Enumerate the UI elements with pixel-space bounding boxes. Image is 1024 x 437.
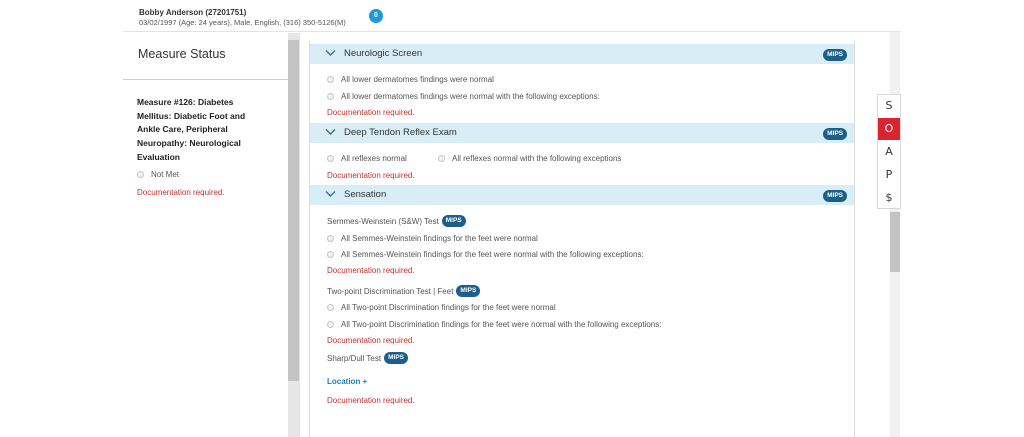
option-label: All Two-point Discrimination findings fo…: [341, 303, 556, 312]
neuro-normal-option[interactable]: All lower dermatomes findings were norma…: [327, 75, 494, 84]
mips-badge: MIPS: [823, 128, 847, 140]
radio-button[interactable]: [327, 321, 334, 328]
mips-badge: MIPS: [823, 49, 847, 61]
sharp-dull-heading: Sharp/Dull Test MIPS: [327, 352, 409, 364]
option-label: All Semmes-Weinstein findings for the fe…: [341, 250, 644, 259]
option-label: All Two-point Discrimination findings fo…: [341, 320, 662, 329]
measure-doc-required: Documentation required.: [137, 188, 225, 197]
radio-button[interactable]: [327, 155, 334, 162]
soap-tab-objective[interactable]: O: [878, 118, 900, 140]
chevron-down-icon[interactable]: [325, 49, 336, 57]
sw-normal-option[interactable]: All Semmes-Weinstein findings for the fe…: [327, 234, 538, 243]
option-label: All Semmes-Weinstein findings for the fe…: [341, 234, 538, 243]
semmes-weinstein-heading: Semmes-Weinstein (S&W) Test MIPS: [327, 215, 466, 227]
tp-exceptions-option[interactable]: All Two-point Discrimination findings fo…: [327, 320, 661, 329]
subsection-label: Semmes-Weinstein (S&W) Test: [327, 216, 439, 226]
tp-normal-option[interactable]: All Two-point Discrimination findings fo…: [327, 303, 556, 312]
mips-badge: MIPS: [456, 285, 481, 297]
ehr-frame: Bobby Anderson (27201751) 03/02/1997 (Ag…: [123, 0, 901, 437]
option-label: All lower dermatomes findings were norma…: [341, 75, 494, 84]
section-header-deep-tendon-reflex[interactable]: Deep Tendon Reflex Exam MIPS: [310, 123, 854, 143]
right-scrollbar-thumb[interactable]: [890, 212, 900, 272]
section-header-neurologic-screen[interactable]: Neurologic Screen MIPS: [310, 44, 854, 64]
app-window: Bobby Anderson (27201751) 03/02/1997 (Ag…: [0, 0, 1024, 437]
sw-doc-required: Documentation required.: [327, 266, 415, 275]
sw-exceptions-option[interactable]: All Semmes-Weinstein findings for the fe…: [327, 250, 644, 259]
soap-tab-assessment[interactable]: A: [878, 141, 900, 163]
option-label: All reflexes normal: [341, 154, 407, 163]
section-title: Sensation: [344, 189, 387, 200]
section-title: Neurologic Screen: [344, 48, 423, 59]
not-met-label: Not Met: [151, 170, 180, 179]
radio-button[interactable]: [327, 251, 334, 258]
section-header-sensation[interactable]: Sensation MIPS: [310, 185, 854, 205]
section-title: Deep Tendon Reflex Exam: [344, 127, 457, 138]
measure-status-title: Measure Status: [138, 47, 226, 61]
radio-button[interactable]: [327, 93, 334, 100]
tp-doc-required: Documentation required.: [327, 336, 415, 345]
mips-badge: MIPS: [823, 190, 847, 202]
add-location-link[interactable]: Location +: [327, 377, 367, 386]
chevron-down-icon[interactable]: [325, 128, 336, 136]
radio-button[interactable]: [438, 155, 445, 162]
divider: [123, 79, 288, 80]
left-scrollbar-thumb[interactable]: [288, 40, 299, 381]
sd-doc-required: Documentation required.: [327, 396, 415, 405]
not-met-radio[interactable]: [137, 171, 144, 178]
patient-header: Bobby Anderson (27201751) 03/02/1997 (Ag…: [123, 0, 901, 32]
soap-tab-subjective[interactable]: S: [878, 95, 900, 117]
neuro-doc-required: Documentation required.: [327, 108, 415, 117]
soap-navigation: S O A P $: [877, 94, 901, 209]
radio-button[interactable]: [327, 76, 334, 83]
subsection-label: Two-point Discrimination Test | Feet: [327, 286, 454, 296]
exam-content: Neurologic Screen MIPS All lower dermato…: [309, 41, 855, 437]
patient-demographics: 03/02/1997 (Age: 24 years), Male, Englis…: [139, 18, 346, 27]
two-point-heading: Two-point Discrimination Test | Feet MIP…: [327, 285, 481, 297]
mips-badge: MIPS: [441, 215, 466, 227]
option-label: All lower dermatomes findings were norma…: [341, 92, 600, 101]
reflexes-normal-option[interactable]: All reflexes normal: [327, 154, 407, 163]
chevron-down-icon[interactable]: [325, 190, 336, 198]
radio-button[interactable]: [327, 235, 334, 242]
subsection-label: Sharp/Dull Test: [327, 353, 382, 363]
patient-count-badge[interactable]: 0: [369, 9, 383, 23]
radio-button[interactable]: [327, 304, 334, 311]
patient-name[interactable]: Bobby Anderson (27201751): [139, 8, 246, 17]
measure-status-panel: Measure Status Measure #126: Diabetes Me…: [123, 33, 288, 437]
not-met-option[interactable]: Not Met: [137, 170, 179, 179]
mips-badge: MIPS: [384, 352, 409, 364]
measure-title: Measure #126: Diabetes Mellitus: Diabeti…: [137, 97, 246, 162]
soap-tab-plan[interactable]: P: [878, 164, 900, 186]
dtr-doc-required: Documentation required.: [327, 171, 415, 180]
soap-tab-billing[interactable]: $: [878, 187, 900, 209]
neuro-exceptions-option[interactable]: All lower dermatomes findings were norma…: [327, 92, 600, 101]
option-label: All reflexes normal with the following e…: [452, 154, 622, 163]
reflexes-exceptions-option[interactable]: All reflexes normal with the following e…: [438, 154, 621, 163]
